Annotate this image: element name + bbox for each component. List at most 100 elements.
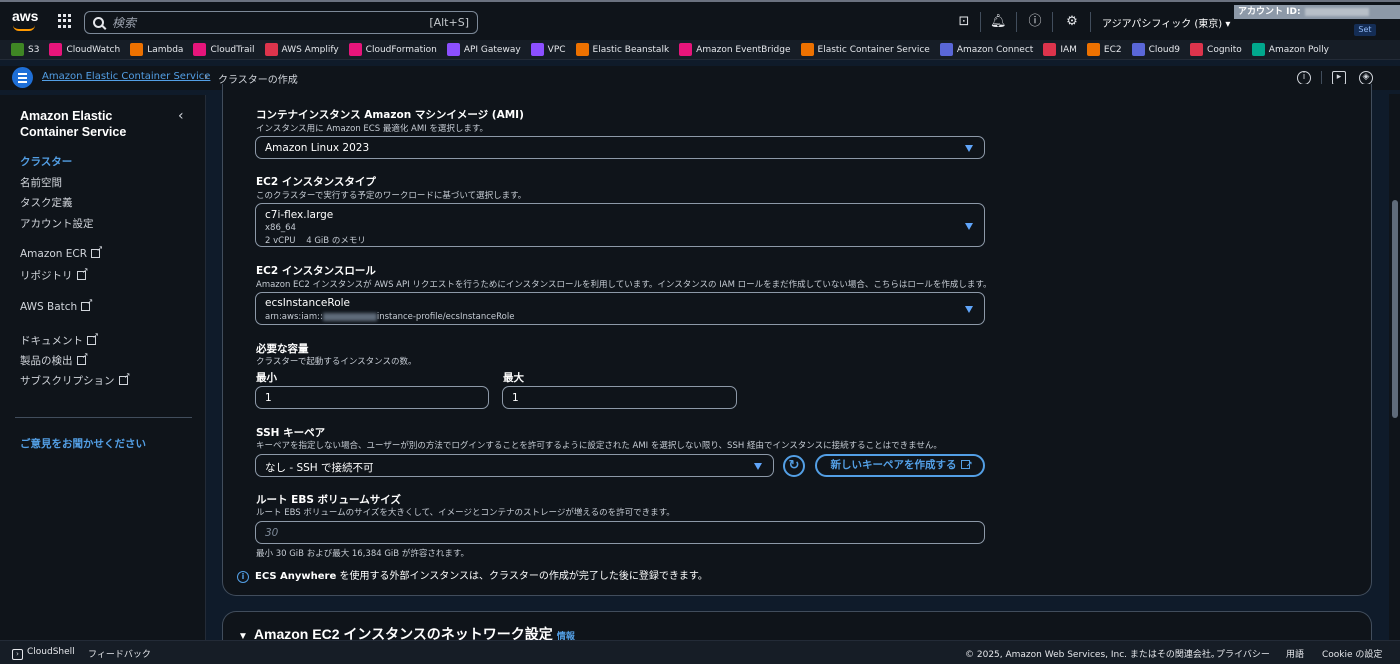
capacity-max-label: 最大 bbox=[503, 372, 524, 384]
sidebar-item-account-settings[interactable]: アカウント設定 bbox=[20, 216, 94, 231]
info-text: を使用する外部インスタンスは、クラスターの作成が完了した後に登録できます。 bbox=[336, 571, 708, 582]
service-icon bbox=[49, 43, 63, 56]
sidebar-feedback-link[interactable]: ご意見をお聞かせください bbox=[20, 436, 146, 451]
footer-cookie-settings[interactable]: Cookie の設定 bbox=[1322, 647, 1382, 660]
ebs-size-label: ルート EBS ボリュームサイズ bbox=[256, 494, 401, 506]
sidebar-item-subscriptions[interactable]: サブスクリプション bbox=[20, 371, 131, 388]
ami-description: インスタンス用に Amazon ECS 最適化 AMI を選択します。 bbox=[256, 124, 489, 134]
sidebar-item-namespaces[interactable]: 名前空間 bbox=[20, 175, 62, 190]
favorite-api-gateway[interactable]: API Gateway bbox=[446, 43, 521, 56]
create-keypair-button[interactable]: 新しいキーペアを作成する bbox=[815, 454, 985, 477]
service-icon bbox=[1190, 43, 1204, 56]
favorite-cloudwatch[interactable]: CloudWatch bbox=[49, 43, 120, 56]
footer-feedback[interactable]: フィードバック bbox=[88, 647, 151, 660]
ami-selected-value: Amazon Linux 2023 bbox=[265, 142, 370, 154]
tutorial-icon[interactable]: ◈ bbox=[1359, 71, 1373, 85]
info-bold-text: ECS Anywhere bbox=[255, 571, 337, 582]
external-link-icon bbox=[118, 371, 131, 385]
account-menu[interactable]: アカウント ID: bbox=[1234, 5, 1400, 19]
favorite-lambda[interactable]: Lambda bbox=[130, 43, 183, 56]
favorite-label: CloudFormation bbox=[365, 44, 437, 55]
footer-cloudshell[interactable]: › CloudShell bbox=[12, 647, 75, 660]
footer-privacy[interactable]: プライバシー bbox=[1216, 647, 1270, 660]
footer-copyright: © 2025, Amazon Web Services, Inc. またはその関… bbox=[965, 650, 1220, 660]
top-navigation: aws 検索 [Alt+S] ⊡ 🔔︎ ⓘ ⚙ アジアパシフィック (東京) ▾… bbox=[0, 0, 1400, 40]
arn-suffix: instance-profile/ecsInstanceRole bbox=[376, 312, 515, 322]
sidebar-item-label: Amazon ECR bbox=[20, 248, 88, 260]
service-icon bbox=[446, 43, 460, 56]
favorite-s3[interactable]: S3 bbox=[11, 43, 39, 56]
favorite-aws-amplify[interactable]: AWS Amplify bbox=[264, 43, 339, 56]
service-icon bbox=[11, 43, 24, 56]
favorite-label: IAM bbox=[1060, 44, 1077, 55]
search-icon bbox=[93, 17, 104, 28]
ami-select[interactable]: Amazon Linux 2023 bbox=[255, 136, 985, 159]
sidebar-item-label: ドキュメント bbox=[20, 335, 83, 347]
cloudshell-icon[interactable]: ⊡ bbox=[956, 14, 972, 30]
sidebar-item-discover-products[interactable]: 製品の検出 bbox=[20, 351, 89, 368]
search-input[interactable]: 検索 [Alt+S] bbox=[84, 11, 478, 34]
page-scrollbar[interactable] bbox=[1389, 94, 1400, 640]
service-icon bbox=[800, 43, 814, 56]
aws-logo-text: aws bbox=[12, 8, 39, 24]
favorite-elastic-container-service[interactable]: Elastic Container Service bbox=[800, 43, 930, 56]
settings-gear-icon[interactable]: ⚙ bbox=[1064, 14, 1080, 30]
favorite-label: S3 bbox=[28, 44, 40, 55]
ssh-keypair-description: キーペアを指定しない場合、ユーザーが別の方法でログインすることを許可するように設… bbox=[256, 441, 942, 451]
ebs-size-placeholder: 30 bbox=[265, 527, 279, 539]
favorite-amazon-eventbridge[interactable]: Amazon EventBridge bbox=[679, 43, 791, 56]
favorite-amazon-connect[interactable]: Amazon Connect bbox=[939, 43, 1034, 56]
favorite-label: Amazon Connect bbox=[956, 44, 1034, 55]
favorite-label: CloudWatch bbox=[66, 44, 121, 55]
service-icon bbox=[264, 43, 278, 56]
region-selector[interactable]: アジアパシフィック (東京) ▾ bbox=[1102, 15, 1230, 30]
favorite-iam[interactable]: IAM bbox=[1043, 43, 1077, 56]
external-link-icon bbox=[76, 266, 89, 280]
instance-role-label: EC2 インスタンスロール bbox=[256, 265, 376, 277]
sidebar-item-task-definitions[interactable]: タスク定義 bbox=[20, 195, 73, 210]
refresh-icon[interactable]: ↻ bbox=[783, 455, 805, 477]
footer-terms[interactable]: 用語 bbox=[1286, 647, 1304, 660]
menu-toggle-icon[interactable] bbox=[12, 67, 33, 88]
scrollbar-thumb[interactable] bbox=[1392, 200, 1398, 418]
sidebar-divider bbox=[15, 417, 192, 418]
favorite-label: EC2 bbox=[1103, 44, 1122, 55]
instance-type-label: EC2 インスタンスタイプ bbox=[256, 176, 376, 188]
favorite-elastic-beanstalk[interactable]: Elastic Beanstalk bbox=[575, 43, 669, 56]
sidebar-item-amazon-ecr[interactable]: Amazon ECR bbox=[20, 244, 103, 260]
caret-down-icon bbox=[965, 306, 973, 313]
favorite-cloudtrail[interactable]: CloudTrail bbox=[193, 43, 255, 56]
instance-type-select[interactable]: c7i-flex.large x86_64 2 vCPU 4 GiB のメモリ bbox=[255, 203, 985, 247]
instance-role-select[interactable]: ecsInstanceRole arn:aws:iam:: instance-pr… bbox=[255, 292, 985, 325]
services-grid-icon[interactable] bbox=[58, 14, 72, 28]
favorite-cloudformation[interactable]: CloudFormation bbox=[348, 43, 437, 56]
caret-down-icon bbox=[965, 223, 973, 230]
sidebar-item-repositories[interactable]: リポジトリ bbox=[20, 266, 89, 283]
favorite-cognito[interactable]: Cognito bbox=[1190, 43, 1242, 56]
sidebar-item-documentation[interactable]: ドキュメント bbox=[20, 331, 99, 348]
split-panel-icon[interactable]: ▸ bbox=[1332, 71, 1346, 85]
favorite-vpc[interactable]: VPC bbox=[530, 43, 566, 56]
breadcrumb-chevron-icon: › bbox=[204, 70, 209, 83]
sidebar-item-aws-batch[interactable]: AWS Batch bbox=[20, 297, 93, 313]
favorite-amazon-polly[interactable]: Amazon Polly bbox=[1251, 43, 1329, 56]
external-link-icon bbox=[91, 244, 103, 258]
arn-prefix: arn:aws:iam:: bbox=[265, 312, 323, 322]
aws-logo[interactable]: aws bbox=[12, 8, 38, 34]
favorite-cloud9[interactable]: Cloud9 bbox=[1131, 43, 1180, 56]
sidebar-collapse-icon[interactable]: ‹ bbox=[178, 108, 184, 124]
ebs-size-input[interactable]: 30 bbox=[255, 521, 985, 544]
ssh-keypair-select[interactable]: なし - SSH で接続不可 bbox=[255, 454, 774, 477]
breadcrumb-service-link[interactable]: Amazon Elastic Container Service bbox=[42, 71, 210, 82]
notifications-bell-icon[interactable]: 🔔︎ bbox=[990, 14, 1007, 30]
instance-role-arn: arn:aws:iam:: instance-profile/ecsInstanc… bbox=[265, 312, 514, 322]
info-icon[interactable]: i bbox=[1297, 71, 1311, 85]
capacity-min-value: 1 bbox=[265, 392, 272, 404]
infrastructure-panel bbox=[222, 84, 1372, 596]
capacity-max-input[interactable]: 1 bbox=[502, 386, 737, 409]
favorite-ec2[interactable]: EC2 bbox=[1086, 43, 1122, 56]
help-icon[interactable]: ⓘ bbox=[1027, 14, 1043, 30]
capacity-min-input[interactable]: 1 bbox=[255, 386, 489, 409]
account-tab[interactable]: Set bbox=[1354, 24, 1376, 36]
sidebar-item-clusters[interactable]: クラスター bbox=[20, 154, 72, 169]
